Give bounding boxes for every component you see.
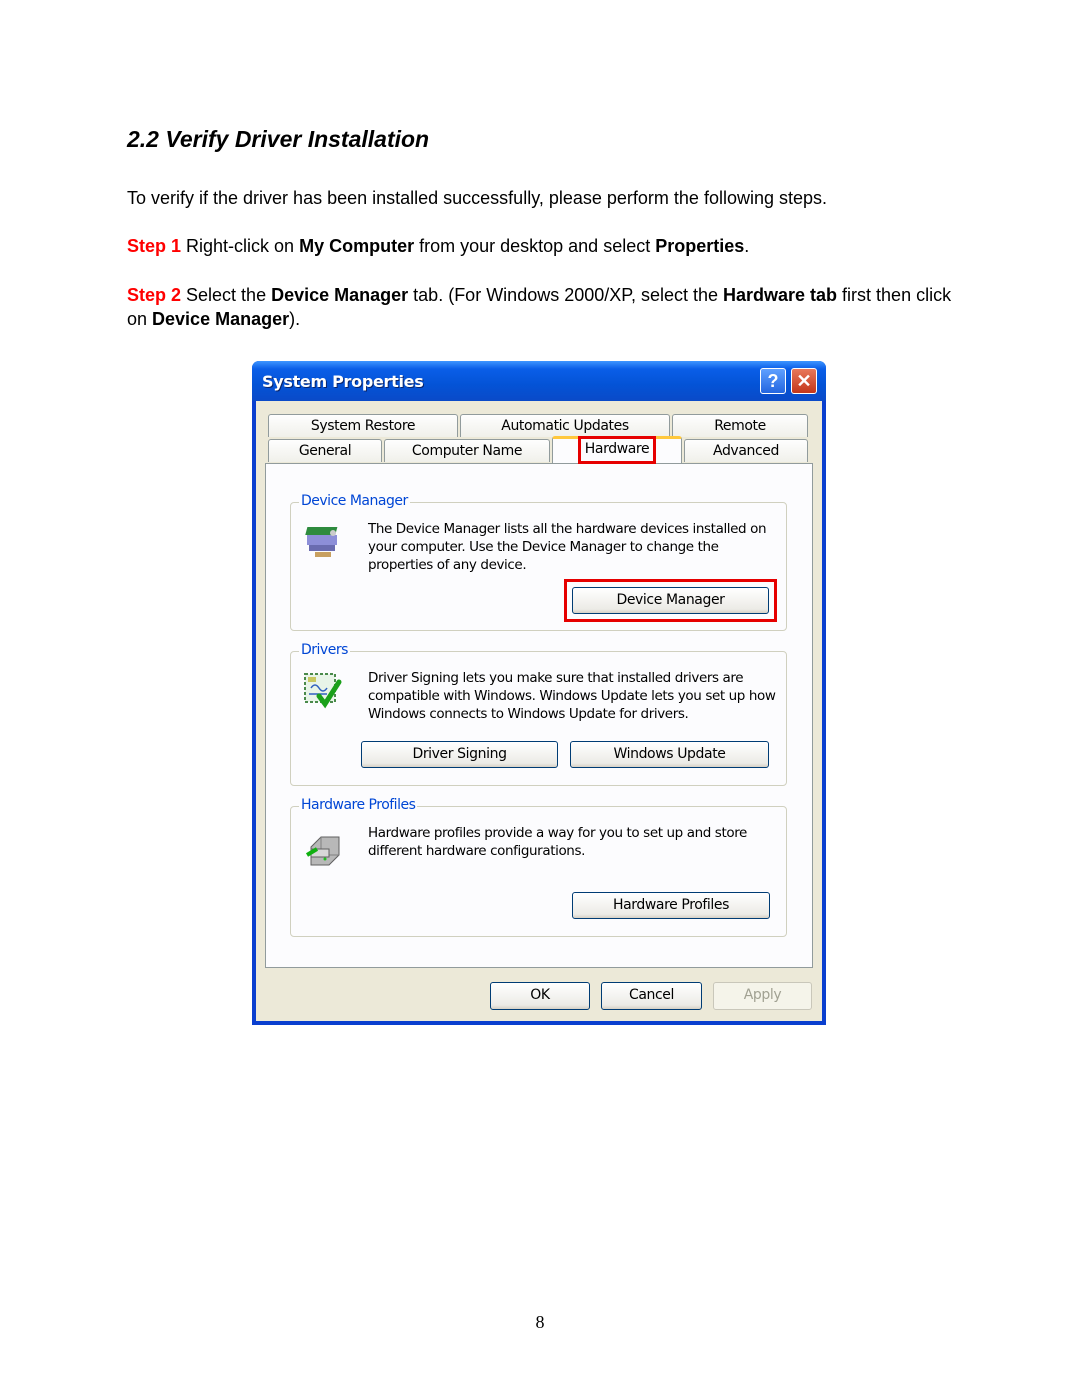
hardware-profiles-description: Hardware profiles provide a way for you … bbox=[368, 825, 747, 859]
step-2-text: Select the bbox=[181, 285, 272, 305]
step-1-text: Right-click on bbox=[181, 236, 300, 256]
step-1-bold-my-computer: My Computer bbox=[299, 236, 415, 256]
tab-system-restore[interactable]: System Restore bbox=[268, 414, 458, 437]
hardware-profiles-icon bbox=[305, 836, 340, 866]
step-2-label: Step 2 bbox=[127, 285, 182, 305]
driver-signing-button[interactable]: Driver Signing bbox=[361, 741, 558, 768]
device-manager-button-highlight bbox=[564, 579, 777, 622]
page-number: 8 bbox=[535, 1312, 545, 1332]
step-2-paragraph: Step 2 Select the Device Manager tab. (F… bbox=[127, 283, 967, 331]
dialog-client-area: System Restore Automatic Updates Remote … bbox=[256, 401, 822, 1021]
system-properties-dialog: System Properties ? ✕ System Restore Aut… bbox=[252, 361, 826, 1025]
apply-button[interactable]: Apply bbox=[713, 982, 812, 1010]
device-manager-description: The Device Manager lists all the hardwar… bbox=[368, 521, 767, 573]
hardware-profiles-group: Hardware Profiles Hardware profiles prov… bbox=[290, 797, 787, 937]
tab-automatic-updates[interactable]: Automatic Updates bbox=[460, 414, 670, 437]
step-1-bold-properties: Properties bbox=[655, 236, 745, 256]
step-2-bold-device-manager-2: Device Manager bbox=[152, 309, 290, 329]
step-1-text: . bbox=[744, 236, 750, 256]
ok-button[interactable]: OK bbox=[490, 982, 590, 1010]
dialog-titlebar[interactable]: System Properties ? ✕ bbox=[252, 361, 826, 401]
step-2-bold-hardware-tab: Hardware tab bbox=[723, 285, 838, 305]
hardware-tab-highlight bbox=[578, 436, 656, 464]
tab-computer-name[interactable]: Computer Name bbox=[384, 439, 550, 462]
help-button[interactable]: ? bbox=[760, 368, 786, 394]
step-1-text: from your desktop and select bbox=[414, 236, 656, 256]
step-2-text: tab. (For Windows 2000/XP, select the bbox=[408, 285, 723, 305]
step-1-label: Step 1 bbox=[127, 236, 182, 256]
help-icon: ? bbox=[767, 371, 779, 391]
drivers-group: Drivers Driver Signing lets you make sur… bbox=[290, 642, 787, 786]
tab-general[interactable]: General bbox=[268, 439, 382, 462]
intro-paragraph: To verify if the driver has been install… bbox=[127, 188, 828, 208]
close-button[interactable]: ✕ bbox=[791, 368, 817, 394]
hardware-tab-panel: Device Manager The Device Manager lists … bbox=[265, 463, 813, 968]
driver-signing-icon bbox=[304, 673, 342, 709]
drivers-description: Driver Signing lets you make sure that i… bbox=[368, 670, 776, 722]
tab-advanced[interactable]: Advanced bbox=[684, 439, 808, 462]
device-manager-group-label: Device Manager bbox=[299, 493, 410, 509]
hardware-profiles-button[interactable]: Hardware Profiles bbox=[572, 892, 770, 919]
section-heading: 2.2 Verify Driver Installation bbox=[127, 126, 430, 152]
step-1-paragraph: Step 1 Right-click on My Computer from y… bbox=[127, 234, 967, 258]
close-icon: ✕ bbox=[796, 371, 812, 391]
windows-update-button[interactable]: Windows Update bbox=[570, 741, 769, 768]
device-manager-icon bbox=[305, 527, 338, 557]
hardware-profiles-group-label: Hardware Profiles bbox=[299, 797, 418, 813]
step-2-bold-device-manager: Device Manager bbox=[271, 285, 409, 305]
device-manager-group: Device Manager The Device Manager lists … bbox=[290, 493, 787, 631]
dialog-title: System Properties bbox=[262, 372, 424, 391]
cancel-button[interactable]: Cancel bbox=[601, 982, 702, 1010]
tab-remote[interactable]: Remote bbox=[672, 414, 808, 437]
step-2-text: ). bbox=[289, 309, 301, 329]
drivers-group-label: Drivers bbox=[299, 642, 350, 658]
